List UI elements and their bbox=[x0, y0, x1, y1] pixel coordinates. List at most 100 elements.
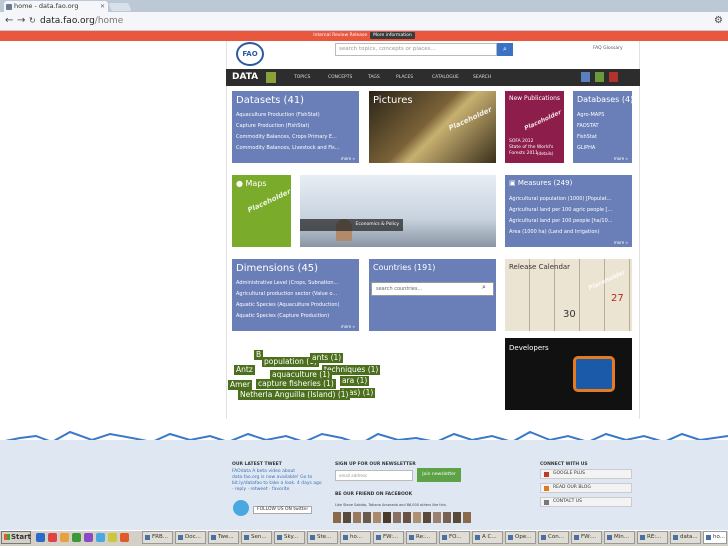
close-tab-icon[interactable]: ✕ bbox=[100, 1, 105, 12]
grid-view-icon[interactable] bbox=[581, 72, 590, 82]
url-field[interactable]: data.fao.org/home bbox=[40, 14, 123, 28]
list-item[interactable]: Commodity Balances, Crops Primary E... bbox=[236, 134, 337, 140]
taskbar-item[interactable]: Re:... bbox=[406, 531, 437, 544]
reload-icon[interactable]: ↻ bbox=[29, 14, 36, 28]
more-link[interactable]: more » bbox=[614, 156, 628, 161]
taskbar-item[interactable]: data... bbox=[670, 531, 701, 544]
taskbar-item[interactable]: FRB... bbox=[142, 531, 173, 544]
settings-icon[interactable] bbox=[609, 72, 618, 82]
taskbar-item[interactable]: Twe... bbox=[208, 531, 239, 544]
tag-item[interactable]: ara (1) bbox=[340, 376, 370, 386]
user-icon[interactable] bbox=[595, 72, 604, 82]
country-search-icon[interactable]: ⌕ bbox=[482, 283, 486, 292]
taskbar-item[interactable]: Doc... bbox=[175, 531, 206, 544]
facebook-like-text[interactable]: Like Steve Sabido, Tatiana Amorado and 8… bbox=[335, 502, 447, 508]
tile-title: Dimensions (45) bbox=[236, 263, 319, 274]
list-item[interactable]: Aquatic Species (Aquaculture Production) bbox=[236, 302, 340, 308]
taskbar-item[interactable]: RE:... bbox=[637, 531, 668, 544]
tag-item[interactable]: Amer bbox=[228, 380, 253, 390]
back-icon[interactable]: ← bbox=[5, 14, 13, 28]
list-item[interactable]: Commodity Balances, Livestock and Fis... bbox=[236, 145, 340, 151]
tile-maps[interactable]: ● Maps Placeholder bbox=[232, 175, 292, 247]
list-item[interactable]: Agricultural land per 100 agric people [… bbox=[509, 207, 612, 213]
list-item[interactable]: Administrative Level (Crops, Subnation..… bbox=[236, 280, 338, 286]
taskbar-item-active[interactable]: ho... bbox=[703, 531, 727, 544]
taskbar-item[interactable]: Sky... bbox=[274, 531, 305, 544]
browser-tab[interactable]: home - data.fao.org ✕ bbox=[4, 1, 108, 12]
search-input[interactable]: search topics, concepts or places... bbox=[335, 43, 497, 56]
tile-economics-photo[interactable]: Economics & Policy bbox=[300, 175, 496, 247]
tile-databases[interactable]: Databases (4) Agro-MAPS FAOSTAT FishStat… bbox=[573, 91, 632, 163]
tile-pictures[interactable]: Pictures Placeholder bbox=[369, 91, 496, 163]
ie-icon[interactable] bbox=[36, 533, 45, 542]
nav-concepts[interactable]: CONCEPTS bbox=[328, 71, 352, 84]
app-icon[interactable] bbox=[96, 533, 105, 542]
follow-twitter-button[interactable]: FOLLOW US ON twitter bbox=[253, 506, 313, 514]
blog-button[interactable]: READ OUR BLOG bbox=[540, 483, 632, 493]
tile-developers[interactable]: Developers bbox=[505, 338, 632, 410]
wrench-icon[interactable]: ⚙ bbox=[714, 14, 723, 28]
nav-places[interactable]: PLACES bbox=[396, 71, 413, 84]
list-item[interactable]: Capture Production (FishStat) bbox=[236, 123, 309, 129]
more-link[interactable]: more » bbox=[341, 324, 355, 329]
list-item[interactable]: Aquaculture Production (FishStat) bbox=[236, 112, 320, 118]
tweet-text[interactable]: FAOdata A beta video about data.fao.org … bbox=[232, 469, 322, 493]
list-item[interactable]: Area (1000 ha) (Land and Irrigation) bbox=[509, 229, 600, 235]
fao-logo[interactable]: FAO bbox=[236, 42, 264, 66]
new-tab-button[interactable] bbox=[108, 3, 132, 11]
email-field[interactable]: email address bbox=[335, 470, 413, 481]
taskbar-item[interactable]: FW:... bbox=[571, 531, 602, 544]
brand-logo[interactable]: DATA bbox=[232, 71, 258, 84]
contact-button[interactable]: CONTACT US bbox=[540, 497, 632, 507]
tag-item[interactable]: ants (1) bbox=[310, 353, 344, 363]
tile-datasets[interactable]: Datasets (41) Aquaculture Production (Fi… bbox=[232, 91, 359, 163]
start-button[interactable]: Start bbox=[1, 531, 31, 544]
list-item[interactable]: Agricultural land per 100 people [ha/10.… bbox=[509, 218, 613, 224]
nav-catalogue[interactable]: CATALOGUE bbox=[432, 71, 459, 84]
app-icon[interactable] bbox=[120, 533, 129, 542]
join-newsletter-button[interactable]: Join newsletter bbox=[417, 468, 461, 482]
list-item[interactable]: Aquatic Species (Capture Production) bbox=[236, 313, 329, 319]
glossary-link[interactable]: Glossary bbox=[603, 46, 622, 51]
tile-title: Datasets (41) bbox=[236, 95, 305, 106]
nav-tags[interactable]: TAGS bbox=[368, 71, 380, 84]
app-icon[interactable] bbox=[48, 533, 57, 542]
tile-measures[interactable]: ▣ Measures (249) Agricultural population… bbox=[505, 175, 632, 247]
taskbar-item[interactable]: Ste... bbox=[307, 531, 338, 544]
tag-item[interactable]: Netherla Anguilla (Island) (1) bbox=[238, 390, 351, 400]
list-item[interactable]: GLIPHA bbox=[577, 145, 595, 151]
list-item[interactable]: FishStat bbox=[577, 134, 597, 140]
search-icon[interactable]: ⌕ bbox=[497, 43, 513, 56]
more-link[interactable]: more » bbox=[341, 156, 355, 161]
more-link[interactable]: more » bbox=[614, 240, 628, 245]
taskbar-item[interactable]: Con... bbox=[538, 531, 569, 544]
taskbar-item[interactable]: Ope... bbox=[505, 531, 536, 544]
taskbar-item[interactable]: FO... bbox=[439, 531, 470, 544]
list-item[interactable]: Agro-MAPS bbox=[577, 112, 604, 118]
app-icon[interactable] bbox=[108, 533, 117, 542]
tile-release-calendar[interactable]: Release Calendar Placeholder 27 30 bbox=[505, 259, 632, 331]
details-link[interactable]: (details) bbox=[537, 151, 553, 156]
app-icon[interactable] bbox=[72, 533, 81, 542]
app-icon[interactable] bbox=[60, 533, 69, 542]
tile-dimensions[interactable]: Dimensions (45) Administrative Level (Cr… bbox=[232, 259, 359, 331]
taskbar-item[interactable]: Min... bbox=[604, 531, 635, 544]
forward-icon[interactable]: → bbox=[17, 14, 25, 28]
taskbar-item[interactable]: A C... bbox=[472, 531, 503, 544]
list-item[interactable]: Agricultural population (1000) [Populat.… bbox=[509, 196, 611, 202]
tile-publications[interactable]: New Publications SOFA 2012 State of the … bbox=[505, 91, 564, 163]
taskbar-item[interactable]: Sen... bbox=[241, 531, 272, 544]
list-item[interactable]: FAOSTAT bbox=[577, 123, 599, 129]
nav-search[interactable]: SEARCH bbox=[473, 71, 491, 84]
more-information-button[interactable]: More information bbox=[370, 32, 415, 39]
tag-item[interactable]: capture fisheries (1) bbox=[256, 379, 336, 389]
google-plus-button[interactable]: GOOGLE PLUS bbox=[540, 469, 632, 479]
country-search-input[interactable]: search countries... bbox=[371, 282, 494, 296]
list-item[interactable]: Agricultural production sector (Value o.… bbox=[236, 291, 337, 297]
app-icon[interactable] bbox=[84, 533, 93, 542]
tag-item[interactable]: Antz bbox=[234, 365, 255, 375]
nav-topics[interactable]: TOPICS bbox=[294, 71, 310, 84]
taskbar-item[interactable]: ho... bbox=[340, 531, 371, 544]
faq-link[interactable]: FAQ bbox=[593, 46, 602, 51]
taskbar-item[interactable]: FW:... bbox=[373, 531, 404, 544]
